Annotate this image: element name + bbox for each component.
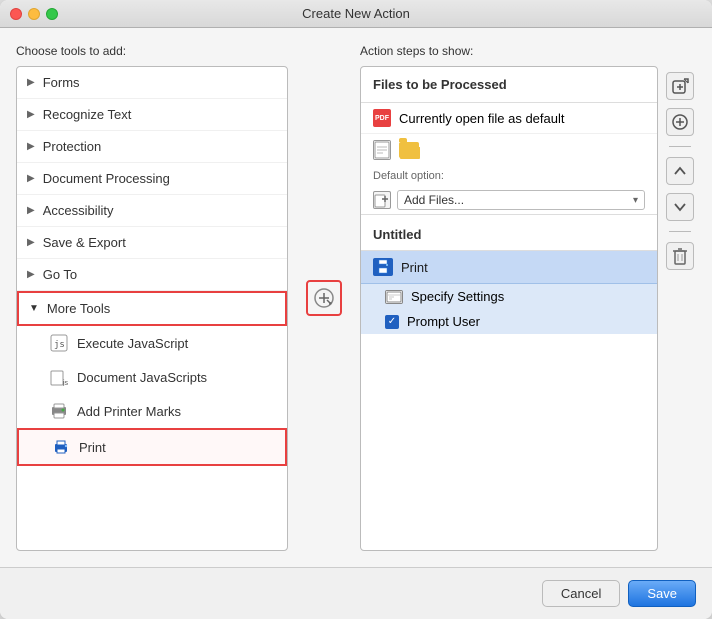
left-panel-label: Choose tools to add: <box>16 44 288 58</box>
delete-button[interactable] <box>666 242 694 270</box>
document-js-label: Document JavaScripts <box>77 370 207 385</box>
prompt-user-item[interactable]: ✓ Prompt User <box>361 309 657 334</box>
add-printer-marks-label: Add Printer Marks <box>77 404 181 419</box>
minimize-button[interactable] <box>28 8 40 20</box>
add-item-button[interactable] <box>666 108 694 136</box>
action-panel-label: Action steps to show: <box>360 44 658 58</box>
doc-icon[interactable] <box>373 140 391 160</box>
sub-item-add-printer-marks[interactable]: Add Printer Marks <box>17 394 287 428</box>
add-to-action-button[interactable] <box>306 280 342 316</box>
toolbar-divider-2 <box>669 231 691 232</box>
protection-arrow: ▶ <box>27 141 35 152</box>
execute-js-label: Execute JavaScript <box>77 336 188 351</box>
add-files-value: Add Files... <box>404 193 464 207</box>
save-export-arrow: ▶ <box>27 237 35 248</box>
forms-label: Forms <box>43 75 80 90</box>
create-new-action-window: Create New Action Choose tools to add: ▶… <box>0 0 712 619</box>
forms-arrow: ▶ <box>27 77 35 88</box>
sidebar-item-recognize-text[interactable]: ▶ Recognize Text <box>17 99 287 131</box>
sub-item-document-js[interactable]: js Document JavaScripts <box>17 360 287 394</box>
specify-settings-item[interactable]: Specify Settings <box>361 284 657 309</box>
print-action-icon <box>373 258 393 276</box>
recognize-text-arrow: ▶ <box>27 109 35 120</box>
sidebar-item-document-processing[interactable]: ▶ Document Processing <box>17 163 287 195</box>
save-export-label: Save & Export <box>43 235 126 250</box>
file-icons-row <box>361 134 657 166</box>
save-button[interactable]: Save <box>628 580 696 607</box>
sidebar-item-protection[interactable]: ▶ Protection <box>17 131 287 163</box>
svg-text:js: js <box>62 380 68 386</box>
folder-icon[interactable] <box>399 142 419 158</box>
print-action-label: Print <box>401 260 428 275</box>
untitled-header: Untitled <box>361 219 657 251</box>
right-section: Action steps to show: Files to be Proces… <box>360 44 696 551</box>
close-button[interactable] <box>10 8 22 20</box>
doc-processing-label: Document Processing <box>43 171 170 186</box>
sidebar-item-forms[interactable]: ▶ Forms <box>17 67 287 99</box>
action-panel: Action steps to show: Files to be Proces… <box>360 44 658 551</box>
cancel-button[interactable]: Cancel <box>542 580 620 607</box>
title-bar: Create New Action <box>0 0 712 28</box>
specify-settings-label: Specify Settings <box>411 289 504 304</box>
default-option-row: Add Files... ▾ <box>361 186 657 214</box>
sub-item-execute-js[interactable]: js Execute JavaScript <box>17 326 287 360</box>
toolbar-divider-1 <box>669 146 691 147</box>
doc-processing-arrow: ▶ <box>27 173 35 184</box>
zoom-button[interactable] <box>46 8 58 20</box>
files-section-header: Files to be Processed <box>361 67 657 103</box>
accessibility-arrow: ▶ <box>27 205 35 216</box>
sidebar-item-accessibility[interactable]: ▶ Accessibility <box>17 195 287 227</box>
current-file-label: Currently open file as default <box>399 111 564 126</box>
add-files-dropdown[interactable]: Add Files... ▾ <box>397 190 645 210</box>
svg-text:js: js <box>54 340 65 350</box>
center-controls <box>300 44 348 551</box>
move-up-button[interactable] <box>666 157 694 185</box>
window-title: Create New Action <box>302 6 410 21</box>
specify-settings-icon <box>385 290 403 304</box>
default-option-label: Default option: <box>361 166 657 186</box>
move-down-button[interactable] <box>666 193 694 221</box>
print-icon-left <box>51 437 71 457</box>
current-file-row: PDF Currently open file as default <box>361 103 657 134</box>
recognize-text-label: Recognize Text <box>43 107 132 122</box>
left-panel: Choose tools to add: ▶ Forms ▶ Recognize… <box>16 44 288 551</box>
add-content-button[interactable] <box>666 72 694 100</box>
chevron-down-icon: ▾ <box>633 195 638 206</box>
sidebar-item-save-export[interactable]: ▶ Save & Export <box>17 227 287 259</box>
files-section: Files to be Processed PDF Currently open… <box>361 67 657 215</box>
pdf-icon: PDF <box>373 109 391 127</box>
add-files-icon <box>373 191 391 209</box>
sub-item-print[interactable]: Print <box>17 428 287 466</box>
document-js-icon: js <box>49 367 69 387</box>
print-label-left: Print <box>79 440 106 455</box>
more-tools-arrow: ▼ <box>29 303 39 314</box>
more-tools-label: More Tools <box>47 301 110 316</box>
execute-js-icon: js <box>49 333 69 353</box>
printer-marks-icon <box>49 401 69 421</box>
prompt-user-label: Prompt User <box>407 314 480 329</box>
sidebar-item-more-tools[interactable]: ▼ More Tools <box>17 291 287 326</box>
prompt-user-checkbox[interactable]: ✓ <box>385 315 399 329</box>
main-content: Choose tools to add: ▶ Forms ▶ Recognize… <box>0 28 712 567</box>
right-toolbar <box>664 44 696 551</box>
print-action-item[interactable]: Print <box>361 251 657 284</box>
footer: Cancel Save <box>0 567 712 619</box>
untitled-section: Untitled Print <box>361 215 657 334</box>
go-to-label: Go To <box>43 267 77 282</box>
sidebar-item-go-to[interactable]: ▶ Go To <box>17 259 287 291</box>
action-list: Files to be Processed PDF Currently open… <box>360 66 658 551</box>
protection-label: Protection <box>43 139 102 154</box>
traffic-lights <box>10 8 58 20</box>
tools-list: ▶ Forms ▶ Recognize Text ▶ Protection ▶ … <box>16 66 288 551</box>
go-to-arrow: ▶ <box>27 269 35 280</box>
accessibility-label: Accessibility <box>43 203 114 218</box>
